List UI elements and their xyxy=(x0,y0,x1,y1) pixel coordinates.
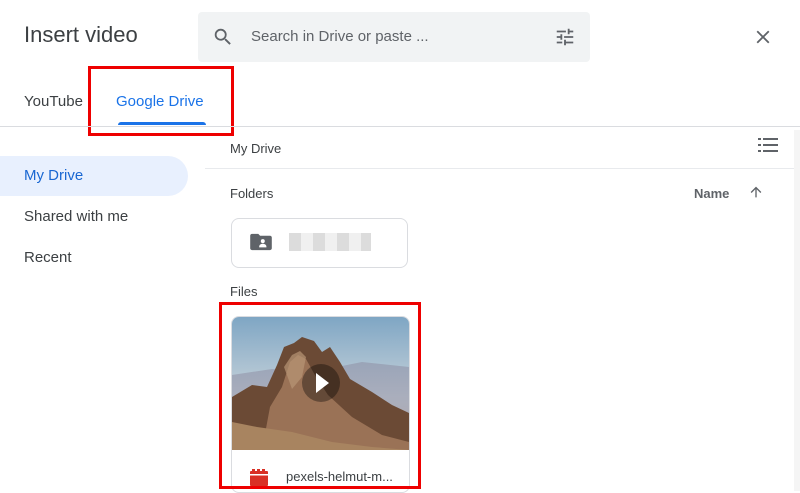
search-input[interactable]: Search in Drive or paste ... xyxy=(251,28,429,45)
header-divider xyxy=(0,126,800,127)
shared-folder-icon xyxy=(250,233,272,251)
search-bar[interactable]: Search in Drive or paste ... xyxy=(198,12,590,62)
sidebar-item-my-drive[interactable]: My Drive xyxy=(0,156,188,196)
dialog-title: Insert video xyxy=(24,22,138,47)
sidebar-item-label: Shared with me xyxy=(24,208,129,225)
folder-name-redacted xyxy=(289,233,371,251)
close-icon[interactable] xyxy=(752,26,774,48)
sort-by-name[interactable]: Name xyxy=(694,186,729,201)
highlight-box-file xyxy=(219,302,421,489)
breadcrumb[interactable]: My Drive xyxy=(230,141,281,156)
tune-icon[interactable] xyxy=(554,26,576,48)
sidebar-item-label: My Drive xyxy=(24,167,84,184)
content-divider xyxy=(205,168,800,169)
search-icon[interactable] xyxy=(212,26,234,48)
folder-card[interactable] xyxy=(231,218,408,268)
files-heading: Files xyxy=(230,284,258,299)
tab-youtube[interactable]: YouTube xyxy=(24,93,83,110)
sidebar-item-shared-with-me[interactable]: Shared with me xyxy=(0,197,188,237)
sidebar-item-label: Recent xyxy=(24,249,72,266)
sort-arrow-up-icon[interactable] xyxy=(748,184,764,200)
folders-heading: Folders xyxy=(230,186,274,201)
sidebar-item-recent[interactable]: Recent xyxy=(0,238,188,278)
list-view-icon[interactable] xyxy=(758,137,778,153)
scrollbar[interactable] xyxy=(794,130,800,491)
